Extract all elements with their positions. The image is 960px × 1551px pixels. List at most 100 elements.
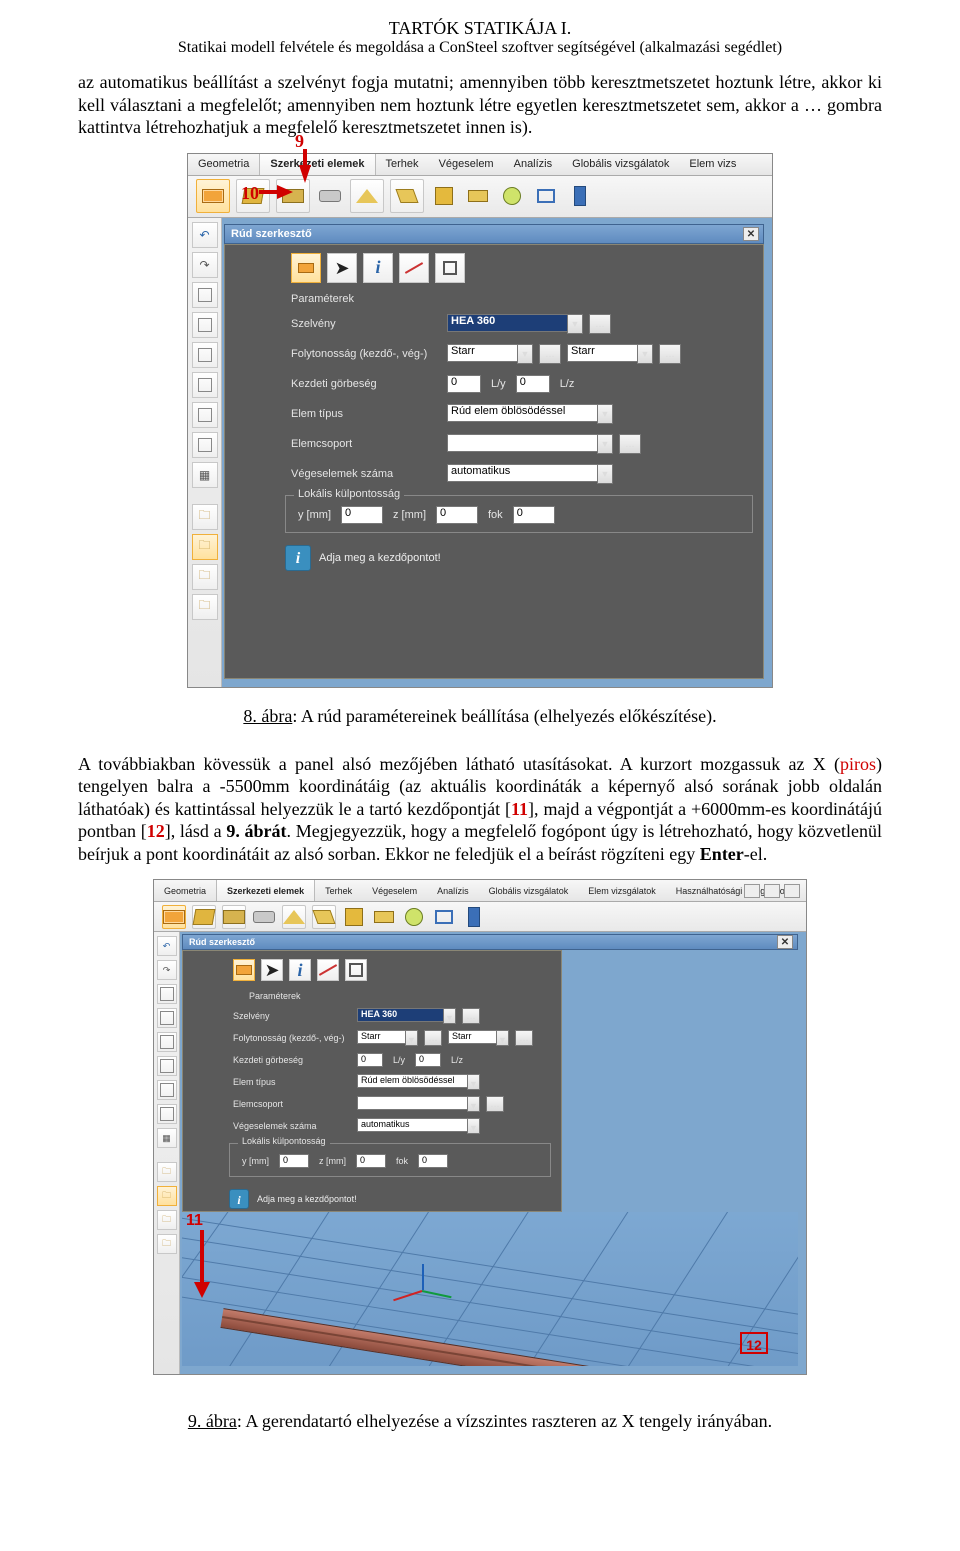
v2-z[interactable]: 0 bbox=[356, 1154, 386, 1168]
left-redo[interactable]: ↷ bbox=[192, 252, 218, 278]
m2-ptr[interactable]: ➤ bbox=[261, 959, 283, 981]
mode-line[interactable] bbox=[399, 253, 429, 283]
tab-analizis[interactable]: Analízis bbox=[504, 154, 563, 175]
l2-f4[interactable]: 🗀 bbox=[157, 1234, 177, 1254]
left-b3[interactable] bbox=[192, 342, 218, 368]
l2-b7[interactable]: ▦ bbox=[157, 1128, 177, 1148]
tool2-4[interactable] bbox=[252, 905, 276, 929]
continuity-start-value[interactable]: Starr bbox=[447, 344, 517, 362]
c2-group[interactable]: ▼ bbox=[357, 1096, 480, 1112]
mode-pointer[interactable]: ➤ bbox=[327, 253, 357, 283]
v2-rot[interactable]: 0 bbox=[418, 1154, 448, 1168]
v2-cont1[interactable]: Starr bbox=[357, 1030, 405, 1044]
left-b5[interactable] bbox=[192, 402, 218, 428]
type-value[interactable]: Rúd elem öblösödéssel bbox=[447, 404, 597, 422]
tab-terhek[interactable]: Terhek bbox=[376, 154, 429, 175]
tab2-globalis[interactable]: Globális vizsgálatok bbox=[479, 880, 579, 901]
tab2-geometria[interactable]: Geometria bbox=[154, 880, 216, 901]
type-combo[interactable]: Rúd elem öblösödéssel▼ bbox=[447, 404, 613, 424]
l2-b3[interactable] bbox=[157, 1032, 177, 1052]
left-f2[interactable]: 🗀 bbox=[192, 534, 218, 560]
l2-f3[interactable]: 🗀 bbox=[157, 1210, 177, 1230]
tool2-6[interactable] bbox=[312, 905, 336, 929]
tab-szerkezeti-elemek[interactable]: Szerkezeti elemek bbox=[259, 154, 375, 175]
chevron-down-icon[interactable]: ▼ bbox=[467, 1118, 480, 1134]
tool-btn-9[interactable] bbox=[498, 179, 526, 213]
l2-b5[interactable] bbox=[157, 1080, 177, 1100]
tab2-terhek[interactable]: Terhek bbox=[315, 880, 362, 901]
ecc-rot[interactable]: 0 bbox=[513, 506, 555, 524]
tool-btn-10[interactable] bbox=[532, 179, 560, 213]
tool2-2[interactable] bbox=[192, 905, 216, 929]
left-b1[interactable] bbox=[192, 282, 218, 308]
tool-btn-8[interactable] bbox=[464, 179, 492, 213]
mini-icon[interactable] bbox=[784, 884, 800, 898]
section-browse-button[interactable]: ... bbox=[589, 314, 611, 334]
chevron-down-icon[interactable]: ▼ bbox=[467, 1074, 480, 1090]
l2-b2[interactable] bbox=[157, 1008, 177, 1028]
left-f1[interactable]: 🗀 bbox=[192, 504, 218, 530]
left-f3[interactable]: 🗀 bbox=[192, 564, 218, 590]
tool2-3[interactable] bbox=[222, 905, 246, 929]
v2-type[interactable]: Rúd elem öblösödéssel bbox=[357, 1074, 467, 1088]
tool-btn-4[interactable] bbox=[316, 179, 344, 213]
3d-viewport[interactable] bbox=[182, 1212, 798, 1366]
l2-redo[interactable]: ↷ bbox=[157, 960, 177, 980]
tool2-1[interactable] bbox=[162, 905, 186, 929]
tab-vegeselem[interactable]: Végeselem bbox=[429, 154, 504, 175]
fe-value[interactable]: automatikus bbox=[447, 464, 597, 482]
l2-undo[interactable]: ↶ bbox=[157, 936, 177, 956]
b2-section[interactable]: ... bbox=[462, 1008, 480, 1024]
cont-start-browse[interactable]: ... bbox=[539, 344, 561, 364]
l2-b4[interactable] bbox=[157, 1056, 177, 1076]
v2-lz[interactable]: 0 bbox=[415, 1053, 441, 1067]
chevron-down-icon[interactable]: ▼ bbox=[597, 464, 613, 484]
c2-cont2[interactable]: Starr▼ bbox=[448, 1030, 509, 1046]
tool2-11[interactable] bbox=[462, 905, 486, 929]
mini-icon[interactable] bbox=[764, 884, 780, 898]
v2-group[interactable] bbox=[357, 1096, 467, 1110]
tab-geometria[interactable]: Geometria bbox=[188, 154, 259, 175]
left-b2[interactable] bbox=[192, 312, 218, 338]
chevron-down-icon[interactable]: ▼ bbox=[567, 314, 583, 334]
tab-globalis[interactable]: Globális vizsgálatok bbox=[562, 154, 679, 175]
chevron-down-icon[interactable]: ▼ bbox=[443, 1008, 456, 1024]
b2-cont1[interactable]: ... bbox=[424, 1030, 442, 1046]
l2-f2[interactable]: 🗀 bbox=[157, 1186, 177, 1206]
left-undo[interactable]: ↶ bbox=[192, 222, 218, 248]
tab-elem-vizs[interactable]: Elem vizs bbox=[679, 154, 746, 175]
tool2-5[interactable] bbox=[282, 905, 306, 929]
tool-btn-7[interactable] bbox=[430, 179, 458, 213]
c2-cont1[interactable]: Starr▼ bbox=[357, 1030, 418, 1046]
section-combo[interactable]: HEA 360▼ bbox=[447, 314, 583, 334]
chevron-down-icon[interactable]: ▼ bbox=[496, 1030, 509, 1046]
v2-fe[interactable]: automatikus bbox=[357, 1118, 467, 1132]
tab2-szerk[interactable]: Szerkezeti elemek bbox=[216, 880, 315, 901]
chevron-down-icon[interactable]: ▼ bbox=[597, 404, 613, 424]
left-b6[interactable] bbox=[192, 432, 218, 458]
l2-f1[interactable]: 🗀 bbox=[157, 1162, 177, 1182]
section-value[interactable]: HEA 360 bbox=[447, 314, 567, 332]
chevron-down-icon[interactable]: ▼ bbox=[517, 344, 533, 364]
left-b4[interactable] bbox=[192, 372, 218, 398]
ecc-y[interactable]: 0 bbox=[341, 506, 383, 524]
curv-lz[interactable]: 0 bbox=[516, 375, 550, 393]
group-value[interactable] bbox=[447, 434, 597, 452]
close-icon[interactable]: ✕ bbox=[743, 227, 759, 241]
m2-line[interactable] bbox=[317, 959, 339, 981]
tool2-9[interactable] bbox=[402, 905, 426, 929]
ecc-z[interactable]: 0 bbox=[436, 506, 478, 524]
m2-rect[interactable] bbox=[345, 959, 367, 981]
c2-fe[interactable]: automatikus▼ bbox=[357, 1118, 480, 1134]
tool-btn-5[interactable] bbox=[350, 179, 384, 213]
continuity-end-value[interactable]: Starr bbox=[567, 344, 637, 362]
tool2-10[interactable] bbox=[432, 905, 456, 929]
m2-info[interactable]: i bbox=[289, 959, 311, 981]
mode-bar[interactable] bbox=[291, 253, 321, 283]
mode-rect[interactable] bbox=[435, 253, 465, 283]
tab2-analizis[interactable]: Analízis bbox=[427, 880, 479, 901]
tool2-7[interactable] bbox=[342, 905, 366, 929]
v2-section[interactable]: HEA 360 bbox=[357, 1008, 443, 1022]
chevron-down-icon[interactable]: ▼ bbox=[597, 434, 613, 454]
c2-section[interactable]: HEA 360▼ bbox=[357, 1008, 456, 1024]
